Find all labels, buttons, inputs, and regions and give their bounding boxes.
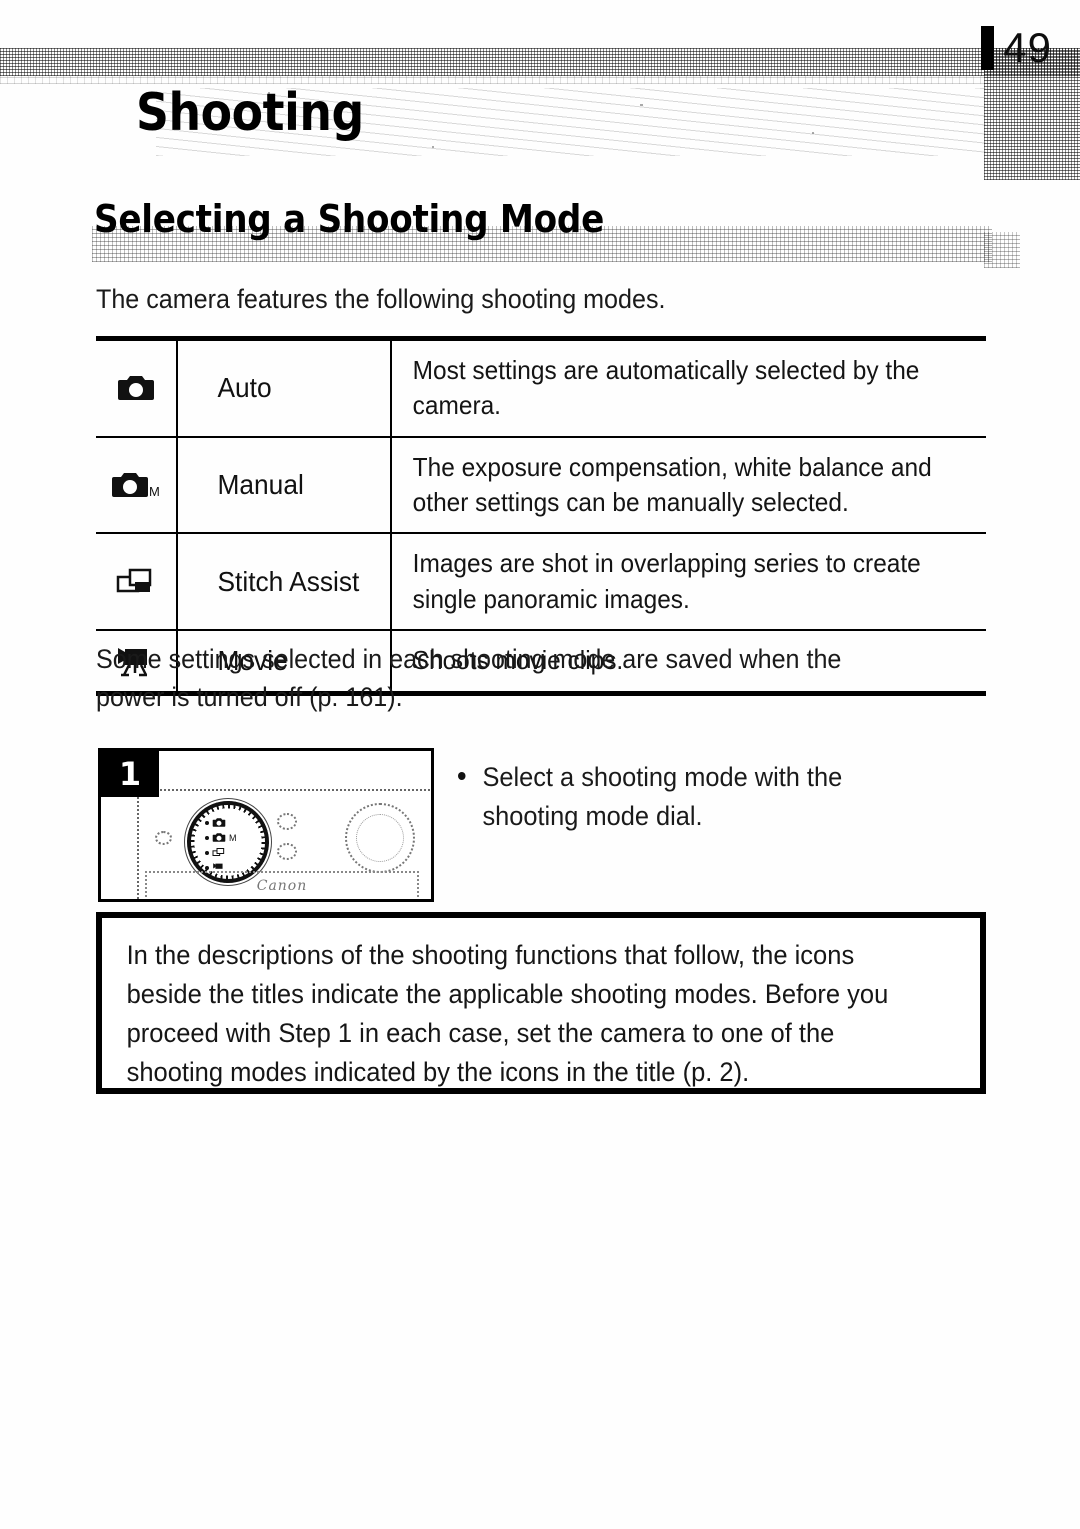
mode-name: Manual <box>217 469 304 501</box>
dial-manual-letter: M <box>229 832 237 843</box>
dial-dot <box>205 820 209 825</box>
power-button <box>277 843 297 860</box>
page-top-band <box>0 48 1080 76</box>
mode-name: Auto <box>217 372 272 404</box>
table-row: Stitch Assist Images are shot in overlap… <box>96 533 986 632</box>
scan-fleck <box>268 92 270 94</box>
dial-camera-auto-icon <box>212 817 226 828</box>
scan-fleck <box>640 104 643 106</box>
step-number-badge: 1 <box>101 751 159 797</box>
bullet-dot-icon <box>458 772 466 780</box>
shutter-button <box>277 813 297 830</box>
lens-ring <box>345 803 415 873</box>
manual-page: 49 Shooting Selecting a Shooting Mode Th… <box>0 0 1080 1529</box>
dial-mark-stitch <box>205 847 226 858</box>
brand-plate: Canon <box>145 871 419 899</box>
mode-icon-cell: M <box>96 436 178 535</box>
dial-mode-marks: M <box>205 817 245 873</box>
mode-description: Most settings are automatically selected… <box>412 355 920 421</box>
camera-manual-icon: M <box>112 473 160 499</box>
scan-fleck <box>812 132 814 134</box>
stitch-assist-icon <box>116 568 152 593</box>
dial-stitch-assist-icon <box>212 847 226 858</box>
note-text: In the descriptions of the shooting func… <box>126 940 889 1088</box>
section-header: Selecting a Shooting Mode <box>92 196 992 262</box>
dial-mark-auto <box>205 817 226 828</box>
dial-mark-manual: M <box>205 832 237 843</box>
dial-dot <box>205 850 209 855</box>
chapter-title: Shooting <box>136 83 364 143</box>
table-row: M Manual The exposure compensation, whit… <box>96 436 986 535</box>
mode-desc-cell: Images are shot in overlapping series to… <box>391 533 986 632</box>
dial-dot <box>205 865 209 870</box>
camera-auto-icon <box>118 376 154 401</box>
step-illustration: 1 M Canon <box>98 748 434 902</box>
section-title: Selecting a Shooting Mode <box>94 197 605 241</box>
table-row: Auto Most settings are automatically sel… <box>96 338 986 438</box>
camera-photo: M Canon <box>137 789 431 899</box>
page-number-value: 49 <box>1003 24 1052 71</box>
dial-camera-manual-icon <box>212 832 226 843</box>
page-number-bar <box>981 26 995 70</box>
lens-ring-inner <box>356 814 404 862</box>
mode-name-cell: Auto <box>177 338 392 438</box>
mode-description: The exposure compensation, white balance… <box>412 451 932 518</box>
step-bullet: Select a shooting mode with the shooting… <box>458 758 900 837</box>
svg-text:M: M <box>149 484 160 499</box>
scan-fleck <box>432 146 434 148</box>
note-box: In the descriptions of the shooting func… <box>96 912 986 1094</box>
brand-name: Canon <box>256 878 308 894</box>
mode-name-cell: Manual <box>177 436 392 535</box>
mode-icon-cell <box>96 533 178 632</box>
mode-desc-cell: Most settings are automatically selected… <box>391 338 986 438</box>
dial-dot <box>205 835 209 840</box>
page-number: 49 <box>981 26 1052 70</box>
mode-icon-cell <box>96 338 178 438</box>
mode-name-cell: Stitch Assist <box>177 533 392 632</box>
intro-paragraph: The camera features the following shooti… <box>96 284 666 314</box>
mode-name: Stitch Assist <box>217 565 360 597</box>
saved-settings-paragraph: Some settings selected in each shooting … <box>96 644 842 713</box>
mode-desc-cell: The exposure compensation, white balance… <box>391 436 986 535</box>
step-bullet-text: Select a shooting mode with the shooting… <box>482 762 843 832</box>
mode-description: Images are shot in overlapping series to… <box>412 548 921 614</box>
side-button <box>155 831 172 845</box>
chapter-header: Shooting <box>96 84 996 160</box>
